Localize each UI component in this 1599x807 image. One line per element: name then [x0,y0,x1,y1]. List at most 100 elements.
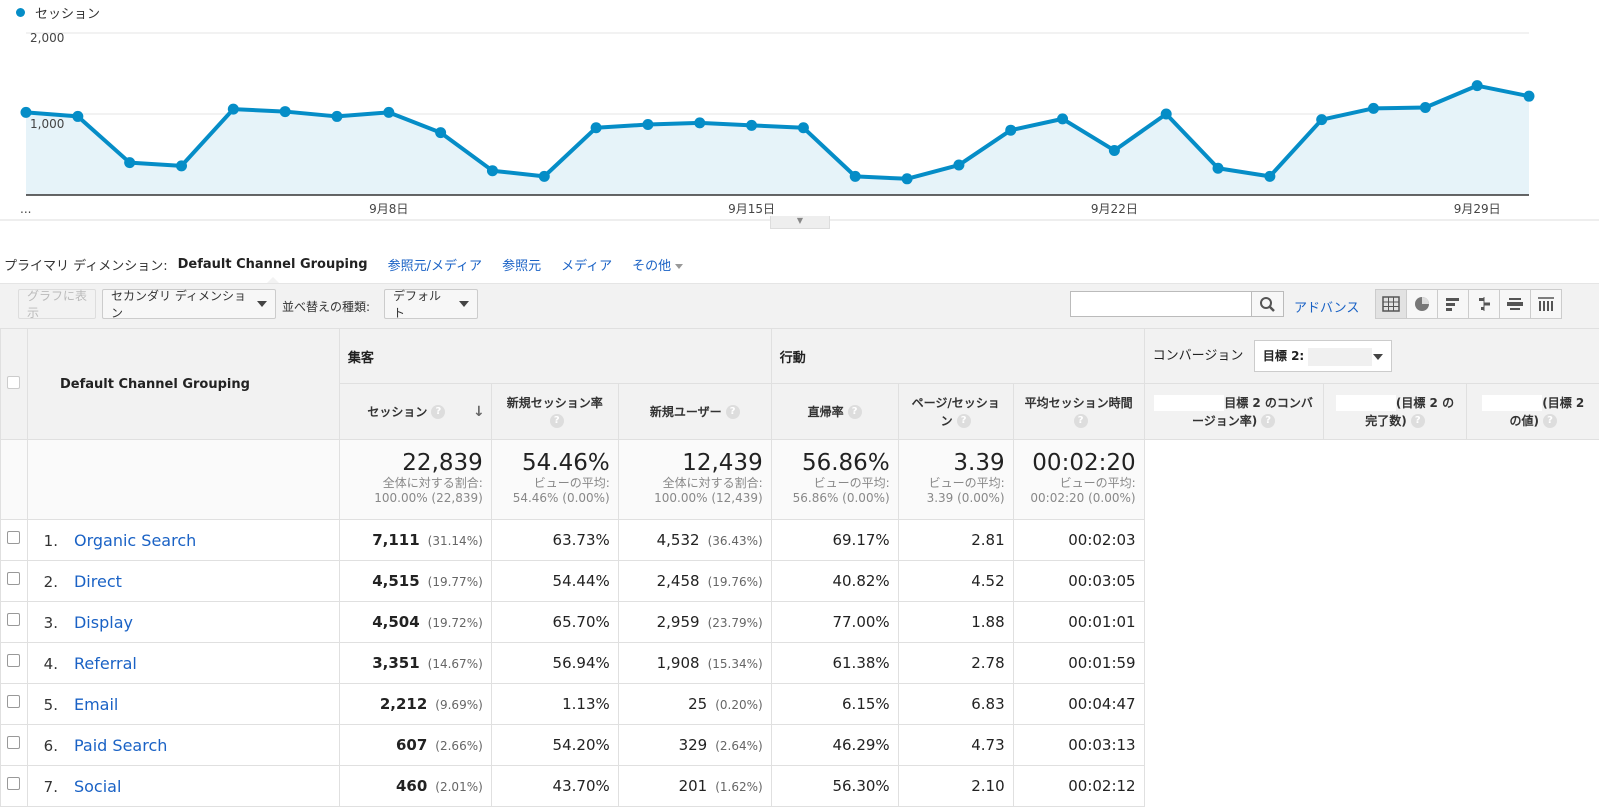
data-point[interactable] [1264,171,1275,182]
channel-link[interactable]: Social [74,777,121,796]
data-point[interactable] [383,107,394,118]
col-new-users[interactable]: 新規ユーザー? [618,384,771,440]
nsr-cell: 43.70% [491,766,618,807]
data-point[interactable] [228,104,239,115]
data-point[interactable] [176,160,187,171]
chevron-down-icon [1373,354,1383,360]
pps-cell: 6.83 [898,684,1013,725]
col-new-session-rate[interactable]: 新規セッション率? [491,384,618,440]
row-rank: 1. [28,532,58,550]
data-point[interactable] [331,111,342,122]
data-point[interactable] [1005,125,1016,136]
channel-link[interactable]: Organic Search [74,531,196,550]
col-goal-completions[interactable]: (目標 2 の完了数)? [1323,384,1467,440]
view-term-cloud-button[interactable] [1499,289,1531,319]
data-point[interactable] [850,171,861,182]
bounce-cell: 40.82% [771,561,898,602]
data-point[interactable] [435,127,446,138]
data-point[interactable] [1316,114,1327,125]
view-table-button[interactable] [1375,289,1407,319]
data-point[interactable] [1109,145,1120,156]
channel-cell: 3.Display [27,602,339,643]
advanced-filter-link[interactable]: アドバンス [1294,297,1359,316]
channel-link[interactable]: Direct [74,572,122,591]
channel-link[interactable]: Display [74,613,133,632]
dimension-medium[interactable]: メディア [561,255,612,274]
col-goal-conv-rate[interactable]: 目標 2 のコンバージョン率)? [1144,384,1323,440]
col-pps-label-1: ページ/セッショ [912,396,1000,410]
data-point[interactable] [1524,91,1535,102]
data-point[interactable] [1472,80,1483,91]
row-checkbox[interactable] [7,736,20,749]
sessions-pct: (31.14%) [428,534,483,548]
dimension-header[interactable]: Default Channel Grouping [27,329,339,440]
col-pages-per-session[interactable]: ページ/セッション? [898,384,1013,440]
data-point[interactable] [72,111,83,122]
data-point[interactable] [1057,113,1068,124]
data-point[interactable] [642,119,653,130]
sort-desc-icon[interactable]: ↓ [473,403,485,421]
help-icon[interactable]: ? [848,405,862,419]
row-checkbox[interactable] [7,695,20,708]
dimension-source[interactable]: 参照元 [502,255,541,274]
dimension-default-channel-grouping[interactable]: Default Channel Grouping [178,257,368,272]
select-all-checkbox[interactable] [7,376,20,389]
goal-select[interactable]: 目標 2: [1254,340,1392,372]
sort-type-select[interactable]: デフォルト [384,289,478,319]
row-checkbox[interactable] [7,777,20,790]
data-point[interactable] [694,117,705,128]
data-point[interactable] [902,173,913,184]
conversion-cells-empty [1144,684,1599,725]
data-point[interactable] [798,122,809,133]
data-point[interactable] [280,106,291,117]
pie-chart-icon [1413,295,1431,313]
col-goal-value[interactable]: (目標 2の値)? [1467,384,1599,440]
col-bounce-rate[interactable]: 直帰率? [771,384,898,440]
table-row: 7.Social460(2.01%)43.70%201(1.62%)56.30%… [1,766,1599,807]
help-icon[interactable]: ? [1411,414,1425,428]
col-avg-session-duration[interactable]: 平均セッション時間? [1013,384,1144,440]
data-point[interactable] [1420,102,1431,113]
channel-link[interactable]: Referral [74,654,137,673]
help-icon[interactable]: ? [957,414,971,428]
view-pie-button[interactable] [1406,289,1438,319]
view-pivot-button[interactable] [1530,289,1562,319]
data-point[interactable] [124,157,135,168]
help-icon[interactable]: ? [431,405,445,419]
row-checkbox[interactable] [7,531,20,544]
data-point[interactable] [1161,109,1172,120]
data-point[interactable] [953,160,964,171]
search-button[interactable] [1252,291,1284,317]
help-icon[interactable]: ? [1074,414,1088,428]
table-row: 6.Paid Search607(2.66%)54.20%329(2.64%)4… [1,725,1599,766]
help-icon[interactable]: ? [550,414,564,428]
data-point[interactable] [1213,163,1224,174]
row-checkbox[interactable] [7,654,20,667]
help-icon[interactable]: ? [1261,414,1275,428]
data-point[interactable] [1368,103,1379,114]
view-performance-button[interactable] [1437,289,1469,319]
data-point[interactable] [591,122,602,133]
table-search-input[interactable] [1070,291,1252,317]
channel-link[interactable]: Email [74,695,118,714]
table-row: 4.Referral3,351(14.67%)56.94%1,908(15.34… [1,643,1599,684]
channel-link[interactable]: Paid Search [74,736,167,755]
help-icon[interactable]: ? [726,405,740,419]
row-checkbox[interactable] [7,572,20,585]
data-point[interactable] [487,165,498,176]
users-value: 2,959 [657,613,700,631]
row-checkbox[interactable] [7,613,20,626]
total-pps-cell: 3.39ビューの平均:3.39 (0.00%) [898,440,1013,520]
data-point[interactable] [539,171,550,182]
plot-rows-button[interactable]: グラフに表示 [18,289,96,319]
dimension-source-medium[interactable]: 参照元/メディア [388,255,482,274]
secondary-dimension-select[interactable]: セカンダリ ディメンション [102,289,276,319]
chart-collapse-handle[interactable]: ▼ [770,216,830,229]
dimension-other-dropdown[interactable]: その他 [632,255,683,274]
col-sessions[interactable]: セッション?↓ [339,384,491,440]
chart-plot[interactable]: 2,0001,000...9月8日9月15日9月22日9月29日 [0,0,1599,232]
data-point[interactable] [746,120,757,131]
redacted-block [1154,395,1224,411]
view-comparison-button[interactable] [1468,289,1500,319]
help-icon[interactable]: ? [1543,414,1557,428]
